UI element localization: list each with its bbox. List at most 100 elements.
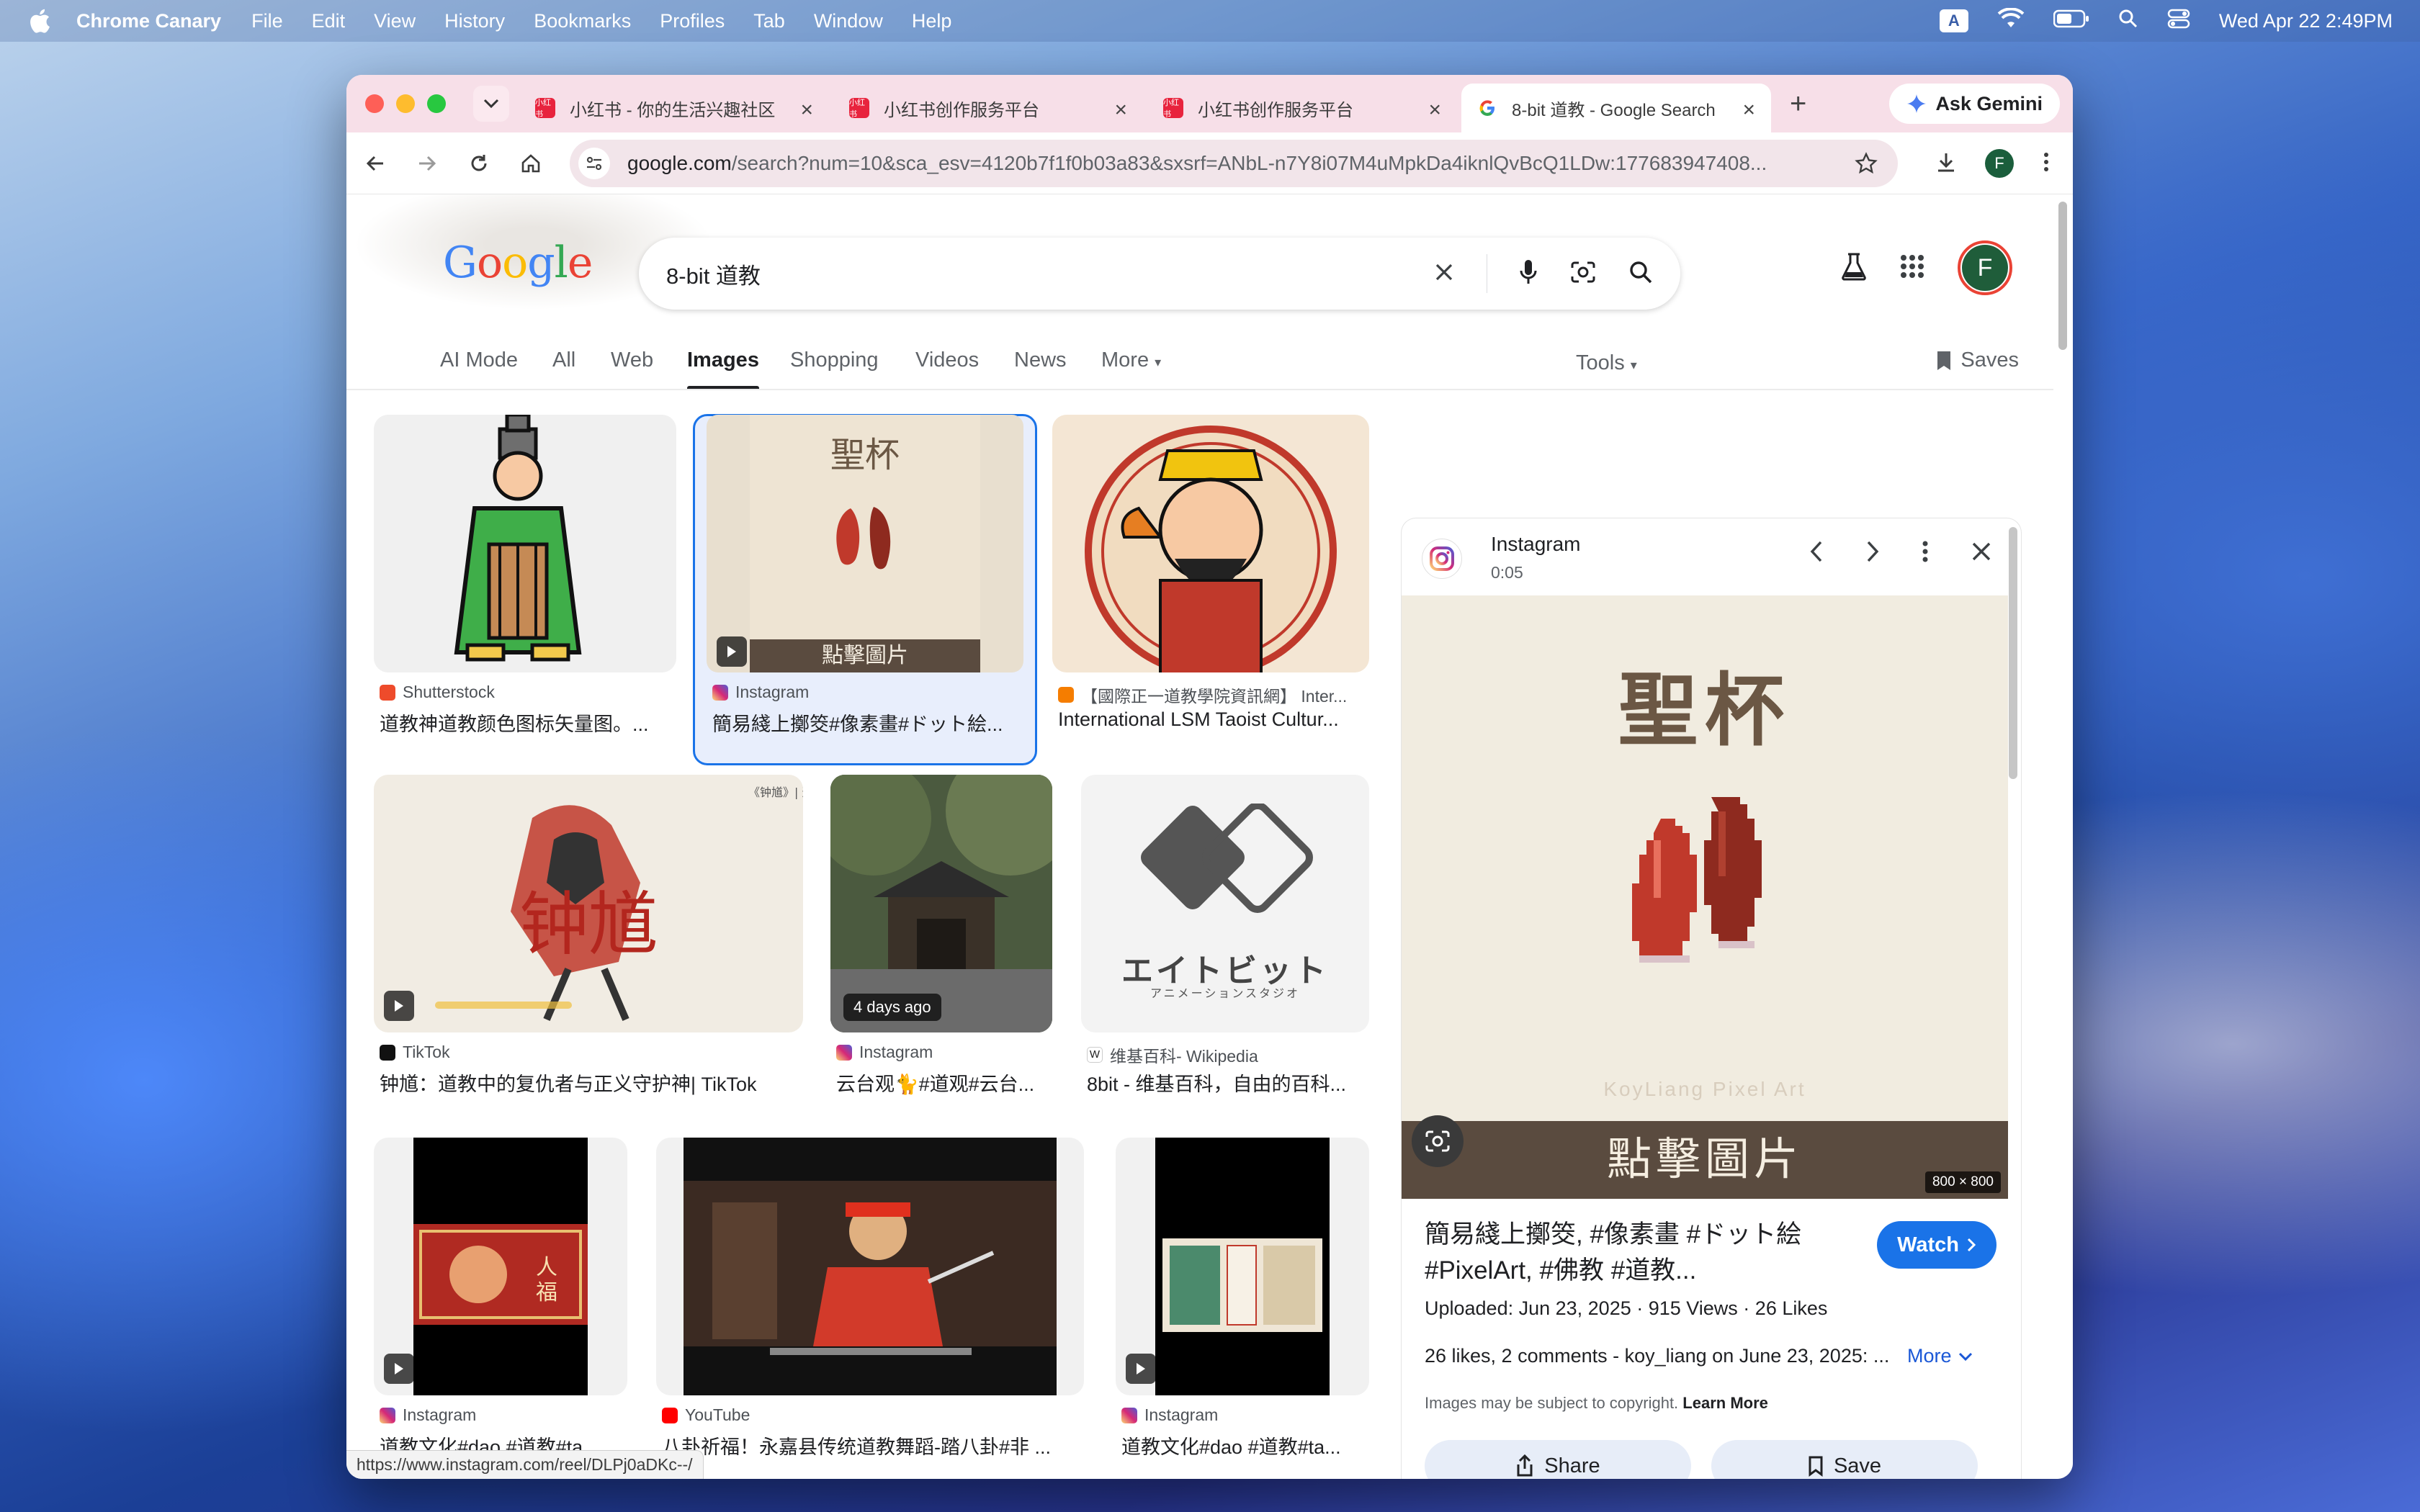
result-source[interactable]: Instagram (836, 1043, 933, 1062)
zoom-window-button[interactable] (427, 94, 446, 113)
menu-file[interactable]: File (251, 10, 283, 32)
result-title[interactable]: International LSM Taoist Cultur... (1058, 708, 1368, 731)
next-result-icon[interactable] (1865, 540, 1880, 567)
image-result-card[interactable]: Instagram 道教文化#dao #道教#ta... (1116, 1138, 1369, 1476)
image-result-card[interactable]: 《钟馗》| 道教 钟馗 TikTok 钟馗：道教中的复仇者与正义守护神| Tik… (374, 775, 803, 1106)
image-result-card[interactable]: 【國際正一道教學院資訊網】 Inter... International LSM… (1052, 415, 1369, 739)
menu-app-name[interactable]: Chrome Canary (76, 10, 221, 32)
site-info-icon[interactable] (578, 148, 610, 179)
tab-xiaohongshu-home[interactable]: 小红书 小红书 - 你的生活兴趣社区 × (519, 84, 829, 132)
minimize-window-button[interactable] (396, 94, 415, 113)
result-title[interactable]: 云台观🐈#道观#云台... (836, 1068, 1051, 1097)
search-box[interactable]: 8-bit 道教 (639, 238, 1680, 310)
google-logo[interactable]: Google (443, 238, 593, 288)
scrollbar-thumb[interactable] (2058, 202, 2067, 350)
share-button[interactable]: Share (1425, 1440, 1691, 1479)
reload-button[interactable] (460, 145, 498, 182)
close-window-button[interactable] (365, 94, 384, 113)
result-source[interactable]: TikTok (380, 1043, 450, 1062)
apps-grid-icon[interactable] (1900, 254, 1924, 282)
tab-all[interactable]: All (552, 348, 575, 372)
result-thumbnail[interactable]: エイトビット アニメーションスタジオ (1081, 775, 1369, 1032)
image-result-card[interactable]: エイトビット アニメーションスタジオ W 维基百科- Wikipedia 8bi… (1081, 775, 1369, 1106)
learn-more-link[interactable]: Learn More (1682, 1394, 1768, 1412)
apple-icon[interactable] (27, 9, 52, 33)
forward-button[interactable] (408, 145, 446, 182)
close-tab-icon[interactable]: × (800, 98, 813, 122)
spotlight-search-icon[interactable] (2118, 9, 2138, 34)
ask-gemini-button[interactable]: Ask Gemini (1889, 84, 2060, 124)
home-button[interactable] (512, 145, 550, 182)
save-button[interactable]: Save (1711, 1440, 1978, 1479)
downloads-icon[interactable] (1935, 150, 1958, 177)
result-source[interactable]: 【國際正一道教學院資訊網】 Inter... (1058, 683, 1368, 707)
bookmark-star-icon[interactable] (1855, 152, 1878, 179)
input-source-indicator[interactable]: A (1939, 9, 1968, 32)
image-result-card-selected[interactable]: 聖杯 點擊圖片 Instagram 簡易綫上擲筊#像素畫#ドット絵... (707, 415, 1023, 739)
preview-title[interactable]: 簡易綫上擲筊, #像素畫 #ドット絵 #PixelArt, #佛教 #道教... (1425, 1217, 1814, 1289)
tab-google-search[interactable]: 8-bit 道教 - Google Search × (1461, 84, 1771, 132)
chrome-menu-icon[interactable] (2043, 151, 2050, 176)
menu-history[interactable]: History (444, 10, 505, 32)
preview-source-name[interactable]: Instagram (1491, 533, 1581, 556)
close-preview-icon[interactable] (1971, 541, 1992, 566)
close-tab-icon[interactable]: × (1114, 98, 1127, 122)
close-tab-icon[interactable]: × (1742, 98, 1755, 122)
preview-panel-scrollbar[interactable] (2009, 527, 2017, 779)
tab-ai-mode[interactable]: AI Mode (440, 348, 518, 372)
result-source[interactable]: Instagram (380, 1405, 476, 1425)
profile-avatar[interactable]: F (1985, 149, 2014, 178)
result-thumbnail[interactable] (1052, 415, 1369, 672)
menu-profiles[interactable]: Profiles (660, 10, 725, 32)
address-bar[interactable]: google.com/search?num=10&sca_esv=4120b7f… (570, 140, 1898, 187)
tab-images[interactable]: Images (687, 348, 759, 390)
tab-xiaohongshu-creator-1[interactable]: 小红书 小红书创作服务平台 × (833, 84, 1143, 132)
result-title[interactable]: 钟馗：道教中的复仇者与正义守护神| TikTok (380, 1068, 797, 1097)
control-center-icon[interactable] (2167, 9, 2190, 34)
result-thumbnail[interactable]: 4 days ago (830, 775, 1052, 1032)
result-title[interactable]: 道教神道教颜色图标矢量图。... (380, 708, 675, 737)
clear-search-icon[interactable] (1433, 261, 1455, 287)
tab-videos[interactable]: Videos (915, 348, 979, 372)
menu-help[interactable]: Help (912, 10, 952, 32)
search-input[interactable]: 8-bit 道教 (666, 258, 761, 290)
watch-button[interactable]: Watch (1877, 1221, 1996, 1269)
tab-more[interactable]: More ▾ (1101, 348, 1161, 372)
new-tab-button[interactable]: + (1790, 88, 1806, 120)
tab-news[interactable]: News (1014, 348, 1067, 372)
lens-search-icon[interactable] (1569, 260, 1597, 288)
image-result-card[interactable]: YouTube 八卦祈福！永嘉县传统道教舞蹈-踏八卦#非 ... (656, 1138, 1084, 1476)
result-thumbnail[interactable] (1116, 1138, 1369, 1395)
previous-result-icon[interactable] (1809, 540, 1824, 567)
menu-edit[interactable]: Edit (312, 10, 346, 32)
result-source[interactable]: Instagram (712, 683, 809, 702)
image-result-card[interactable]: 4 days ago Instagram 云台观🐈#道观#云台... (830, 775, 1052, 1106)
image-result-card[interactable]: 人 福 Instagram 道教文化#dao #道教#ta... (374, 1138, 627, 1476)
tools-button[interactable]: Tools ▾ (1576, 351, 1637, 375)
tab-search-button[interactable] (473, 86, 509, 122)
preview-image[interactable]: 聖杯 KoyLiang Pixel Art 點擊圖片 800 × 800 (1402, 595, 2008, 1199)
tab-xiaohongshu-creator-2[interactable]: 小红书 小红书创作服务平台 × (1147, 84, 1457, 132)
menu-window[interactable]: Window (814, 10, 883, 32)
menu-bookmarks[interactable]: Bookmarks (534, 10, 631, 32)
voice-search-icon[interactable] (1519, 259, 1538, 289)
tab-web[interactable]: Web (611, 348, 653, 372)
back-button[interactable] (357, 145, 394, 182)
more-options-icon[interactable] (1922, 540, 1929, 567)
result-source[interactable]: W 维基百科- Wikipedia (1087, 1043, 1258, 1067)
result-thumbnail[interactable]: 《钟馗》| 道教 钟馗 (374, 775, 803, 1032)
image-result-card[interactable]: Shutterstock 道教神道教颜色图标矢量图。... (374, 415, 676, 739)
wifi-icon[interactable] (1997, 6, 2025, 35)
result-thumbnail[interactable] (656, 1138, 1084, 1395)
result-source[interactable]: YouTube (662, 1405, 750, 1425)
saves-button[interactable]: Saves (1936, 348, 2019, 372)
instagram-logo-icon[interactable] (1422, 539, 1462, 579)
menu-clock[interactable]: Wed Apr 22 2:49PM (2219, 10, 2393, 32)
result-source[interactable]: Shutterstock (380, 683, 495, 702)
menu-tab[interactable]: Tab (753, 10, 785, 32)
labs-flask-icon[interactable] (1841, 252, 1867, 284)
close-tab-icon[interactable]: × (1428, 98, 1441, 122)
google-account-button[interactable]: F (1958, 240, 2012, 295)
result-thumbnail[interactable]: 人 福 (374, 1138, 627, 1395)
menu-view[interactable]: View (374, 10, 416, 32)
